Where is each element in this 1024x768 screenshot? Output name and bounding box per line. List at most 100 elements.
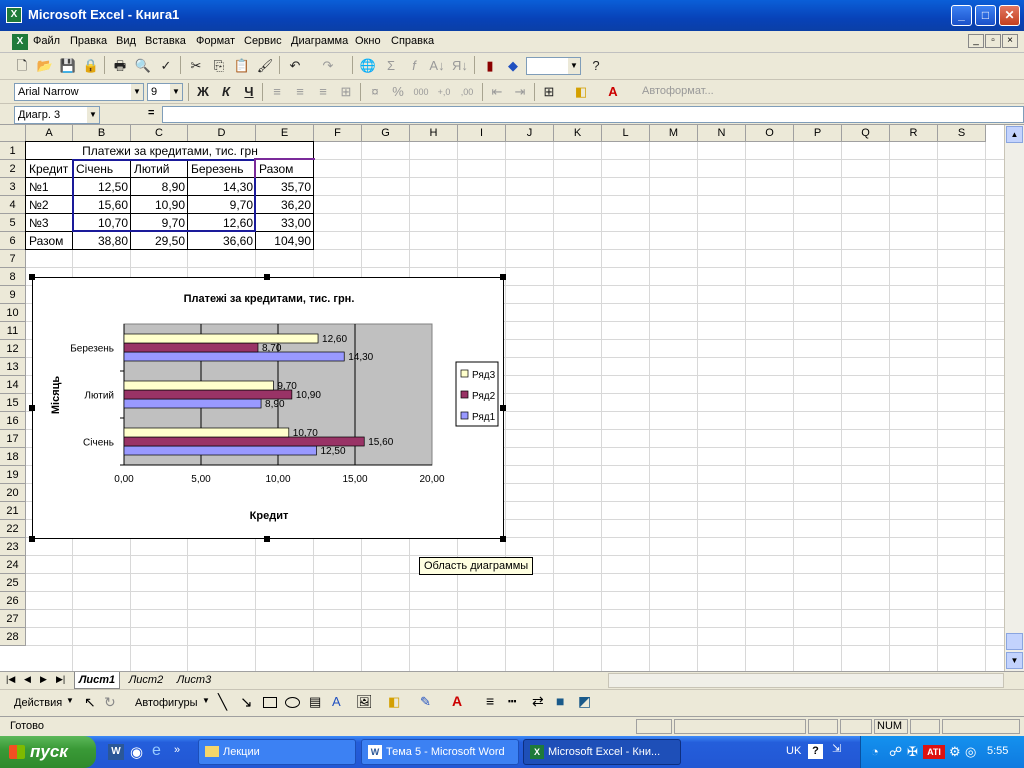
column-header[interactable]: B bbox=[73, 125, 131, 142]
row-header[interactable]: 28 bbox=[0, 628, 26, 646]
row-header[interactable]: 3 bbox=[0, 178, 26, 196]
menu-insert[interactable]: Вставка bbox=[145, 35, 186, 47]
row-header[interactable]: 25 bbox=[0, 574, 26, 592]
select-objects-icon[interactable]: ↖ bbox=[84, 694, 96, 711]
row-header[interactable]: 16 bbox=[0, 412, 26, 430]
tray-network-icon[interactable]: ☍ bbox=[889, 744, 902, 760]
oval-icon[interactable] bbox=[285, 697, 300, 708]
increase-decimal-icon[interactable]: +,0 bbox=[434, 82, 454, 102]
paste-icon[interactable]: 📋 bbox=[232, 56, 252, 76]
name-box[interactable]: Диагр. 3 ▼ bbox=[14, 106, 100, 124]
start-button[interactable]: пуск bbox=[0, 736, 96, 768]
row-header[interactable]: 15 bbox=[0, 394, 26, 412]
menu-view[interactable]: Вид bbox=[116, 35, 136, 47]
doc-close-button[interactable]: × bbox=[1002, 34, 1018, 48]
menu-chart[interactable]: Диаграмма bbox=[291, 35, 348, 47]
function-icon[interactable]: f bbox=[404, 56, 424, 76]
fill-color-draw-icon[interactable]: ◧ bbox=[388, 694, 400, 710]
select-all-corner[interactable] bbox=[0, 125, 26, 142]
table-cell[interactable]: 104,90 bbox=[256, 232, 314, 250]
comma-style-icon[interactable]: 000 bbox=[411, 82, 431, 102]
row-header[interactable]: 2 bbox=[0, 160, 26, 178]
next-sheet-icon[interactable]: ▶ bbox=[40, 674, 47, 685]
spelling-icon[interactable]: ✓ bbox=[156, 56, 176, 76]
row-header[interactable]: 7 bbox=[0, 250, 26, 268]
table-cell[interactable]: 33,00 bbox=[256, 214, 314, 232]
borders-icon[interactable]: ⊞ bbox=[539, 82, 559, 102]
3d-icon[interactable]: ◩ bbox=[578, 693, 591, 710]
ie-quicklaunch-icon[interactable]: e bbox=[152, 742, 161, 760]
language-indicator[interactable]: UK bbox=[786, 745, 801, 757]
tray-gear-icon[interactable]: ⚙ bbox=[949, 744, 961, 760]
row-header[interactable]: 12 bbox=[0, 340, 26, 358]
copy-icon[interactable]: ⎘ bbox=[209, 56, 229, 76]
maximize-button[interactable]: □ bbox=[975, 5, 996, 26]
resize-handle[interactable] bbox=[500, 274, 506, 280]
table-cell[interactable]: №1 bbox=[26, 178, 73, 196]
column-header[interactable]: R bbox=[890, 125, 938, 142]
new-icon[interactable]: 🗋 bbox=[12, 56, 32, 76]
sort-ascending-icon[interactable]: A↓ bbox=[427, 56, 447, 76]
column-header[interactable]: O bbox=[746, 125, 794, 142]
row-header[interactable]: 9 bbox=[0, 286, 26, 304]
task-word[interactable]: W Тема 5 - Microsoft Word bbox=[361, 739, 519, 765]
tray-sound-icon[interactable]: ◔ bbox=[871, 744, 879, 759]
row-header[interactable]: 8 bbox=[0, 268, 26, 286]
scroll-up-button[interactable]: ▲ bbox=[1006, 126, 1023, 143]
formula-input[interactable] bbox=[162, 106, 1024, 123]
font-size-combo[interactable]: 9 ▼ bbox=[147, 83, 183, 101]
cut-icon[interactable]: ✂ bbox=[186, 56, 206, 76]
language-help-icon[interactable]: ? bbox=[808, 744, 823, 759]
column-header[interactable]: E bbox=[256, 125, 314, 142]
language-bar-options-icon[interactable]: ⇲ bbox=[832, 742, 841, 755]
arrow-style-icon[interactable]: ⇄ bbox=[532, 693, 544, 710]
row-header[interactable]: 4 bbox=[0, 196, 26, 214]
column-header[interactable]: F bbox=[314, 125, 362, 142]
row-header[interactable]: 5 bbox=[0, 214, 26, 232]
table-cell[interactable]: 36,20 bbox=[256, 196, 314, 214]
shadow-icon[interactable]: ■ bbox=[556, 693, 564, 709]
sheet-tab-1[interactable]: Лист1 bbox=[74, 672, 120, 689]
column-header[interactable]: M bbox=[650, 125, 698, 142]
format-painter-icon[interactable]: 🖌 bbox=[255, 56, 275, 76]
fill-color-icon[interactable]: ◧ bbox=[571, 82, 591, 102]
task-folder[interactable]: Лекции bbox=[198, 739, 356, 765]
autoshapes-arrow-icon[interactable]: ▼ bbox=[202, 696, 210, 705]
autoshapes-menu[interactable]: Автофигуры bbox=[135, 697, 198, 709]
first-sheet-icon[interactable]: |◀ bbox=[6, 674, 15, 685]
row-header[interactable]: 13 bbox=[0, 358, 26, 376]
scroll-down-button[interactable]: ▼ bbox=[1006, 652, 1023, 669]
increase-indent-icon[interactable]: ⇥ bbox=[510, 82, 530, 102]
percent-icon[interactable]: % bbox=[388, 82, 408, 102]
close-button[interactable]: ✕ bbox=[999, 5, 1020, 26]
row-header[interactable]: 14 bbox=[0, 376, 26, 394]
excel-app-icon[interactable]: X bbox=[6, 7, 22, 23]
doc-restore-button[interactable]: ▫ bbox=[985, 34, 1001, 48]
column-header[interactable]: J bbox=[506, 125, 554, 142]
column-header[interactable]: H bbox=[410, 125, 458, 142]
textbox-icon[interactable]: ▤ bbox=[309, 694, 321, 710]
tray-ati-icon[interactable]: ATI bbox=[923, 745, 945, 759]
rectangle-icon[interactable] bbox=[263, 697, 277, 708]
line-color-icon[interactable]: ✎ bbox=[420, 694, 431, 710]
quicklaunch-more-icon[interactable]: » bbox=[174, 744, 180, 756]
header-cell[interactable]: Кредит bbox=[26, 160, 73, 178]
wordart-icon[interactable]: A bbox=[332, 694, 341, 709]
last-sheet-icon[interactable]: ▶| bbox=[56, 674, 65, 685]
chart-wizard-icon[interactable]: ▮ bbox=[480, 56, 500, 76]
italic-button[interactable]: К bbox=[216, 82, 236, 102]
actions-menu[interactable]: Действия bbox=[14, 697, 62, 709]
arrow-icon[interactable]: ↘ bbox=[240, 693, 253, 711]
column-header[interactable]: N bbox=[698, 125, 746, 142]
chart-area[interactable]: Платежі за кредитами, тис. грн. 0,00 5,00 1… bbox=[32, 277, 504, 539]
resize-handle[interactable] bbox=[29, 405, 35, 411]
line-style-icon[interactable]: ≡ bbox=[486, 693, 494, 709]
resize-handle[interactable] bbox=[264, 536, 270, 542]
menu-tools[interactable]: Сервис bbox=[244, 35, 282, 47]
table-cell[interactable]: Разом bbox=[26, 232, 73, 250]
undo-icon[interactable]: ↶ bbox=[285, 56, 305, 76]
menu-help[interactable]: Справка bbox=[391, 35, 434, 47]
font-color-icon[interactable]: A bbox=[603, 82, 623, 102]
align-right-icon[interactable]: ≡ bbox=[313, 82, 333, 102]
print-icon[interactable]: 🖶 bbox=[110, 56, 130, 76]
